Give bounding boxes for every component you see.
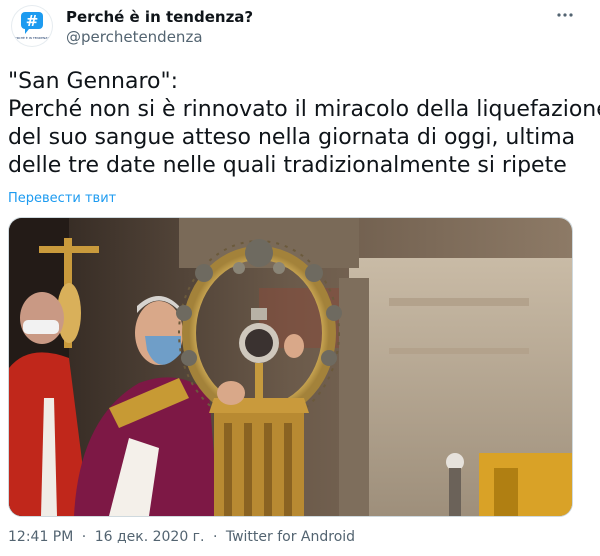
- tweet-line: "San Gennaro":: [8, 69, 179, 94]
- ellipsis-icon: [557, 13, 573, 17]
- meta-separator: ·: [212, 529, 218, 545]
- tweet-time[interactable]: 12:41 PM: [8, 529, 73, 545]
- tweet-date[interactable]: 16 дек. 2020 г.: [95, 529, 205, 545]
- photo-image: [9, 218, 572, 516]
- tweet-source[interactable]: Twitter for Android: [226, 529, 355, 545]
- avatar[interactable]: # PERCHÈ È IN TENDENZA?: [12, 6, 52, 46]
- tweet-text: "San Gennaro": Perché non si è rinnovato…: [8, 68, 600, 180]
- author-display-name[interactable]: Perché è in tendenza?: [66, 8, 253, 26]
- author-handle[interactable]: @perchetendenza: [66, 28, 203, 46]
- translate-tweet-link[interactable]: Перевести твит: [8, 191, 116, 206]
- hashtag-logo-icon: # PERCHÈ È IN TENDENZA?: [13, 12, 51, 40]
- tweet-line: delle tre date nelle quali tradizionalme…: [8, 153, 567, 178]
- avatar-caption: PERCHÈ È IN TENDENZA?: [13, 35, 51, 40]
- tweet-line: Perché non si è rinnovato il miracolo de…: [8, 97, 600, 122]
- tweet-line: del suo sangue atteso nella giornata di …: [8, 125, 576, 150]
- tweet-photo[interactable]: [8, 217, 573, 517]
- meta-separator: ·: [81, 529, 87, 545]
- avatar-symbol: #: [26, 12, 39, 30]
- more-options-button[interactable]: [554, 4, 576, 26]
- tweet-meta: 12:41 PM · 16 дек. 2020 г. · Twitter for…: [8, 529, 359, 545]
